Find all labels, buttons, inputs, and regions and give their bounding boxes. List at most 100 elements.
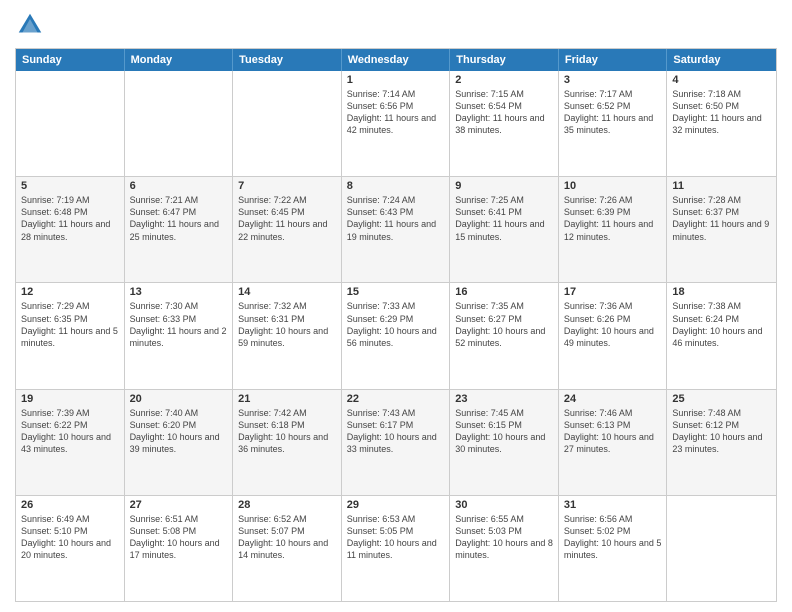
day-number: 26: [21, 499, 119, 511]
day-number: 29: [347, 499, 445, 511]
day-cell-6: 6Sunrise: 7:21 AM Sunset: 6:47 PM Daylig…: [125, 177, 234, 282]
day-number: 18: [672, 286, 771, 298]
day-info: Sunrise: 7:17 AM Sunset: 6:52 PM Dayligh…: [564, 88, 662, 137]
day-cell-13: 13 Sunrise: 7:30 AM Sunset: 6:33 PM Dayli…: [125, 283, 234, 388]
day-info: Sunrise: 7:48 AM Sunset: 6:12 PM Dayligh…: [672, 407, 771, 456]
day-cell-26: 26 Sunrise: 6:49 AM Sunset: 5:10 PM Dayli…: [16, 496, 125, 601]
calendar-row-4: 26 Sunrise: 6:49 AM Sunset: 5:10 PM Dayli…: [16, 495, 776, 601]
day-number: 12: [21, 286, 119, 298]
day-cell-17: 17 Sunrise: 7:36 AM Sunset: 6:26 PM Dayli…: [559, 283, 668, 388]
header-day-wednesday: Wednesday: [342, 49, 451, 71]
day-cell-18: 18 Sunrise: 7:38 AM Sunset: 6:24 PM Dayli…: [667, 283, 776, 388]
header-day-thursday: Thursday: [450, 49, 559, 71]
day-number: 4: [672, 74, 771, 86]
day-number: 25: [672, 393, 771, 405]
day-info: Sunrise: 7:15 AM Sunset: 6:54 PM Dayligh…: [455, 88, 553, 137]
header-day-saturday: Saturday: [667, 49, 776, 71]
day-number: 1: [347, 74, 445, 86]
day-info: Sunrise: 7:25 AM Sunset: 6:41 PM Dayligh…: [455, 194, 553, 243]
day-info: Sunrise: 7:29 AM Sunset: 6:35 PM Dayligh…: [21, 300, 119, 349]
header-day-sunday: Sunday: [16, 49, 125, 71]
day-cell-16: 16Sunrise: 7:35 AM Sunset: 6:27 PM Dayli…: [450, 283, 559, 388]
empty-cell: [125, 71, 234, 176]
day-number: 11: [672, 180, 771, 192]
day-cell-22: 22 Sunrise: 7:43 AM Sunset: 6:17 PM Dayli…: [342, 390, 451, 495]
day-info: Sunrise: 7:14 AM Sunset: 6:56 PM Dayligh…: [347, 88, 445, 137]
day-info: Sunrise: 7:46 AM Sunset: 6:13 PM Dayligh…: [564, 407, 662, 456]
day-cell-25: 25 Sunrise: 7:48 AM Sunset: 6:12 PM Dayli…: [667, 390, 776, 495]
header: [15, 10, 777, 40]
day-number: 13: [130, 286, 228, 298]
day-info: Sunrise: 7:36 AM Sunset: 6:26 PM Dayligh…: [564, 300, 662, 349]
day-cell-11: 11 Sunrise: 7:28 AM Sunset: 6:37 PM Dayli…: [667, 177, 776, 282]
day-info: Sunrise: 7:40 AM Sunset: 6:20 PM Dayligh…: [130, 407, 228, 456]
day-number: 3: [564, 74, 662, 86]
day-number: 31: [564, 499, 662, 511]
day-number: 28: [238, 499, 336, 511]
day-cell-14: 14 Sunrise: 7:32 AM Sunset: 6:31 PM Dayli…: [233, 283, 342, 388]
calendar-row-2: 12 Sunrise: 7:29 AM Sunset: 6:35 PM Dayli…: [16, 282, 776, 388]
calendar: SundayMondayTuesdayWednesdayThursdayFrid…: [15, 48, 777, 602]
day-cell-9: 9 Sunrise: 7:25 AM Sunset: 6:41 PM Daylig…: [450, 177, 559, 282]
day-number: 22: [347, 393, 445, 405]
day-cell-27: 27 Sunrise: 6:51 AM Sunset: 5:08 PM Dayli…: [125, 496, 234, 601]
day-number: 23: [455, 393, 553, 405]
day-number: 7: [238, 180, 336, 192]
day-info: Sunrise: 7:45 AM Sunset: 6:15 PM Dayligh…: [455, 407, 553, 456]
calendar-body: 1 Sunrise: 7:14 AM Sunset: 6:56 PM Daylig…: [16, 71, 776, 601]
day-number: 10: [564, 180, 662, 192]
calendar-row-1: 5 Sunrise: 7:19 AM Sunset: 6:48 PM Daylig…: [16, 176, 776, 282]
page: SundayMondayTuesdayWednesdayThursdayFrid…: [0, 0, 792, 612]
day-info: Sunrise: 7:42 AM Sunset: 6:18 PM Dayligh…: [238, 407, 336, 456]
day-cell-2: 2 Sunrise: 7:15 AM Sunset: 6:54 PM Daylig…: [450, 71, 559, 176]
day-info: Sunrise: 7:33 AM Sunset: 6:29 PM Dayligh…: [347, 300, 445, 349]
day-cell-15: 15 Sunrise: 7:33 AM Sunset: 6:29 PM Dayli…: [342, 283, 451, 388]
empty-cell: [667, 496, 776, 601]
day-cell-20: 20 Sunrise: 7:40 AM Sunset: 6:20 PM Dayli…: [125, 390, 234, 495]
day-info: Sunrise: 7:35 AM Sunset: 6:27 PM Dayligh…: [455, 300, 553, 349]
day-cell-8: 8Sunrise: 7:24 AM Sunset: 6:43 PM Daylig…: [342, 177, 451, 282]
day-cell-23: 23 Sunrise: 7:45 AM Sunset: 6:15 PM Dayli…: [450, 390, 559, 495]
day-info: Sunrise: 6:49 AM Sunset: 5:10 PM Dayligh…: [21, 513, 119, 562]
day-number: 30: [455, 499, 553, 511]
calendar-header: SundayMondayTuesdayWednesdayThursdayFrid…: [16, 49, 776, 71]
day-number: 9: [455, 180, 553, 192]
day-cell-31: 31Sunrise: 6:56 AM Sunset: 5:02 PM Dayli…: [559, 496, 668, 601]
day-number: 2: [455, 74, 553, 86]
header-day-monday: Monday: [125, 49, 234, 71]
day-info: Sunrise: 7:28 AM Sunset: 6:37 PM Dayligh…: [672, 194, 771, 243]
day-cell-3: 3 Sunrise: 7:17 AM Sunset: 6:52 PM Daylig…: [559, 71, 668, 176]
day-info: Sunrise: 7:43 AM Sunset: 6:17 PM Dayligh…: [347, 407, 445, 456]
empty-cell: [16, 71, 125, 176]
day-cell-29: 29 Sunrise: 6:53 AM Sunset: 5:05 PM Dayli…: [342, 496, 451, 601]
day-cell-28: 28 Sunrise: 6:52 AM Sunset: 5:07 PM Dayli…: [233, 496, 342, 601]
day-info: Sunrise: 7:32 AM Sunset: 6:31 PM Dayligh…: [238, 300, 336, 349]
day-cell-10: 10 Sunrise: 7:26 AM Sunset: 6:39 PM Dayli…: [559, 177, 668, 282]
day-info: Sunrise: 7:26 AM Sunset: 6:39 PM Dayligh…: [564, 194, 662, 243]
logo: [15, 10, 49, 40]
day-info: Sunrise: 7:21 AM Sunset: 6:47 PM Dayligh…: [130, 194, 228, 243]
calendar-row-3: 19Sunrise: 7:39 AM Sunset: 6:22 PM Dayli…: [16, 389, 776, 495]
day-cell-12: 12 Sunrise: 7:29 AM Sunset: 6:35 PM Dayli…: [16, 283, 125, 388]
day-number: 14: [238, 286, 336, 298]
header-day-friday: Friday: [559, 49, 668, 71]
day-info: Sunrise: 7:38 AM Sunset: 6:24 PM Dayligh…: [672, 300, 771, 349]
day-info: Sunrise: 6:52 AM Sunset: 5:07 PM Dayligh…: [238, 513, 336, 562]
header-day-tuesday: Tuesday: [233, 49, 342, 71]
day-number: 15: [347, 286, 445, 298]
calendar-row-0: 1 Sunrise: 7:14 AM Sunset: 6:56 PM Daylig…: [16, 71, 776, 176]
day-number: 5: [21, 180, 119, 192]
empty-cell: [233, 71, 342, 176]
day-cell-7: 7 Sunrise: 7:22 AM Sunset: 6:45 PM Daylig…: [233, 177, 342, 282]
day-number: 24: [564, 393, 662, 405]
day-info: Sunrise: 7:22 AM Sunset: 6:45 PM Dayligh…: [238, 194, 336, 243]
day-info: Sunrise: 7:19 AM Sunset: 6:48 PM Dayligh…: [21, 194, 119, 243]
day-cell-19: 19Sunrise: 7:39 AM Sunset: 6:22 PM Dayli…: [16, 390, 125, 495]
day-number: 20: [130, 393, 228, 405]
day-info: Sunrise: 6:51 AM Sunset: 5:08 PM Dayligh…: [130, 513, 228, 562]
day-number: 27: [130, 499, 228, 511]
day-info: Sunrise: 7:30 AM Sunset: 6:33 PM Dayligh…: [130, 300, 228, 349]
day-info: Sunrise: 7:39 AM Sunset: 6:22 PM Dayligh…: [21, 407, 119, 456]
day-info: Sunrise: 6:53 AM Sunset: 5:05 PM Dayligh…: [347, 513, 445, 562]
day-number: 17: [564, 286, 662, 298]
